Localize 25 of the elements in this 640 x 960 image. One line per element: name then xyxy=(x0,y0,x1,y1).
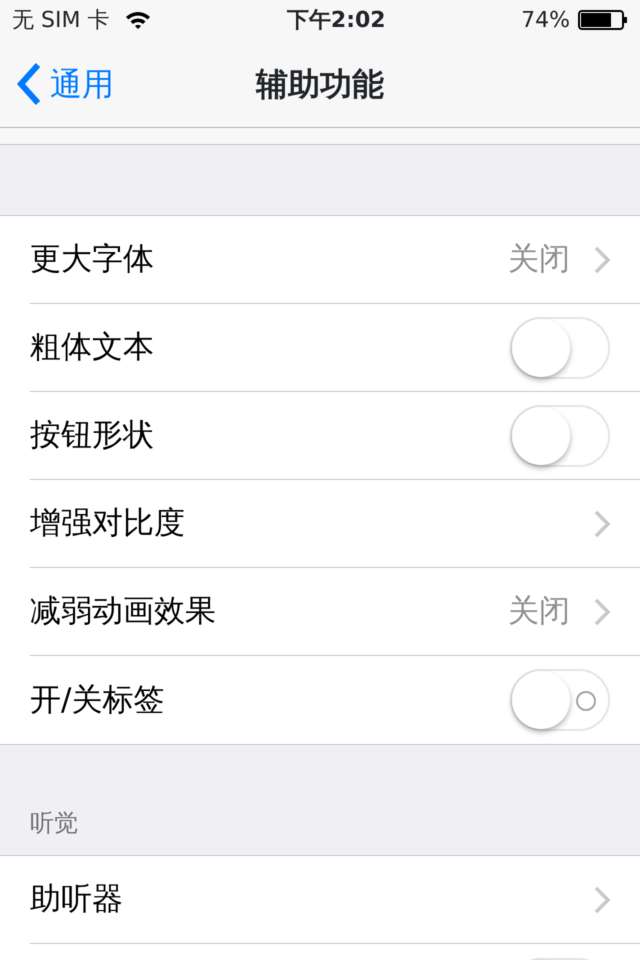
setting-label: 减弱动画效果 xyxy=(30,592,216,632)
carrier-text: 无 SIM 卡 xyxy=(12,6,110,34)
setting-label: 按钮形状 xyxy=(30,416,154,456)
setting-label: 增强对比度 xyxy=(30,504,185,544)
chevron-icon xyxy=(594,598,610,626)
section-header: 听觉 xyxy=(30,808,78,839)
battery-percentage: 74% xyxy=(521,6,570,34)
toggle-switch[interactable] xyxy=(510,316,610,378)
chevron-icon xyxy=(594,510,610,538)
setting-value: 关闭 xyxy=(508,240,570,280)
chevron-icon xyxy=(594,246,610,274)
time-text: 下午2:02 xyxy=(286,6,386,34)
back-button[interactable]: 通用 xyxy=(0,58,120,108)
wifi-icon xyxy=(125,10,152,30)
setting-label: 开/关标签 xyxy=(30,680,164,720)
setting-label: 粗体文本 xyxy=(30,328,154,368)
page-title: 辅助功能 xyxy=(256,64,384,104)
setting-label: 更大字体 xyxy=(30,240,154,280)
battery-icon xyxy=(578,9,628,31)
setting-label: 助听器 xyxy=(30,880,123,920)
toggle-switch[interactable] xyxy=(510,669,610,731)
toggle-switch[interactable] xyxy=(510,404,610,466)
chevron-icon xyxy=(594,886,610,914)
back-chevron-icon xyxy=(16,62,42,106)
setting-value: 关闭 xyxy=(508,592,570,632)
